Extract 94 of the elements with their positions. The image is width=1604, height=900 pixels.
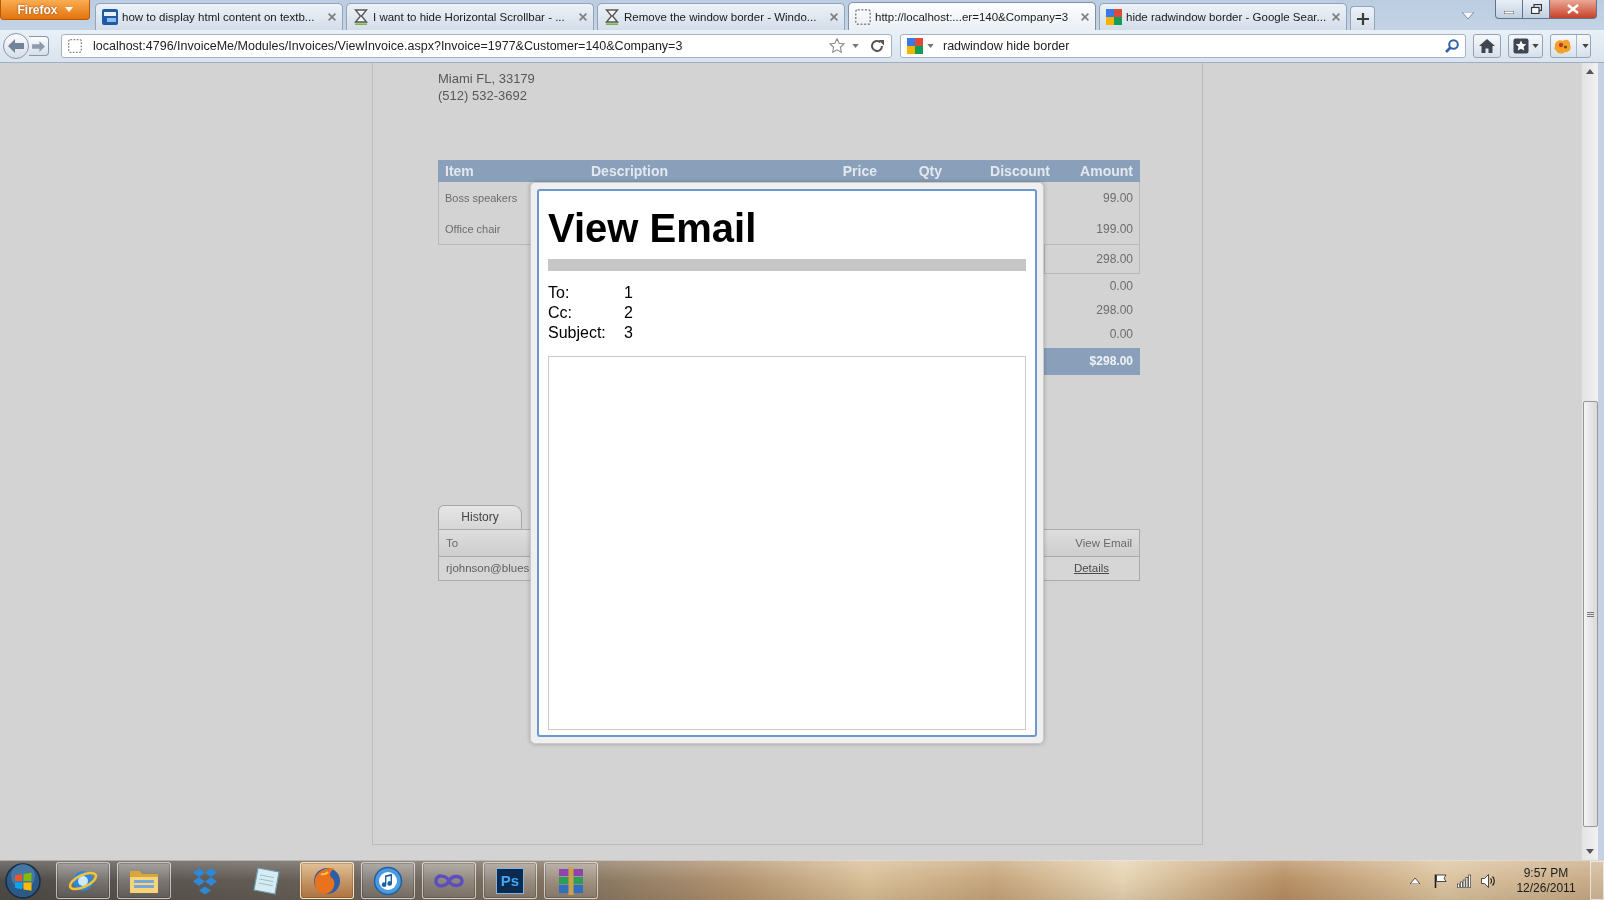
home-button[interactable] (1473, 34, 1501, 58)
caret-down-icon[interactable] (852, 44, 859, 48)
flag-icon[interactable] (1433, 873, 1447, 888)
star-icon[interactable] (829, 38, 845, 54)
start-orb-icon (5, 862, 41, 899)
column-header: Price (841, 163, 878, 179)
column-header: View Email (1044, 529, 1140, 557)
plus-icon (1356, 12, 1369, 25)
field-label: Cc: (548, 303, 572, 323)
caret-down-icon[interactable] (927, 44, 934, 48)
addon-button[interactable] (1550, 34, 1591, 58)
close-icon[interactable] (1081, 12, 1089, 21)
column-header: To (438, 529, 530, 557)
new-tab-button[interactable] (1350, 6, 1375, 30)
scrollbar-thumb[interactable] (1582, 401, 1598, 827)
address-field[interactable]: localhost:4796/InvoiceMe/Modules/Invoices/ViewInvoice.aspx?Invoice=1977&Customer=140&Company=3 (61, 34, 892, 58)
address-line: Miami FL, 33179 (438, 70, 535, 87)
stacked-books-icon (556, 865, 586, 896)
browser-tab[interactable]: http://localhost:...er=140&Company=3 (848, 2, 1096, 30)
dashed-square-icon (855, 8, 871, 25)
browser-tab[interactable]: how to display html content on textb... (95, 3, 343, 30)
speaker-icon[interactable] (1481, 873, 1495, 888)
splash-icon (1552, 38, 1571, 54)
taskbar-button[interactable]: Ps (483, 862, 537, 899)
column-header: Item (444, 163, 475, 179)
table-cell: rjohnson@blues (438, 557, 530, 581)
dialog-title: View Email (548, 206, 757, 250)
grand-total-cell: $298.00 (1044, 348, 1140, 375)
forward-button[interactable] (29, 36, 49, 56)
four-squares-icon (1106, 9, 1122, 25)
clock[interactable]: 9:57 PM 12/26/2011 (1513, 865, 1579, 896)
browser-tab[interactable]: I want to hide Horizontal Scrollbar - ... (346, 3, 594, 30)
field-value: 1 (624, 283, 633, 303)
start-button[interactable] (3, 861, 43, 900)
music-note-icon (373, 865, 403, 896)
field-label: To: (548, 283, 570, 303)
total-value: 0.00 (1109, 278, 1134, 295)
arrow-right-icon (32, 40, 45, 52)
address-line: (512) 532-3692 (438, 87, 527, 104)
bookmarks-button[interactable] (1508, 34, 1543, 58)
diamonds-icon (190, 865, 220, 896)
scroll-up-icon[interactable] (1586, 69, 1594, 74)
details-link[interactable]: Details (1073, 562, 1110, 574)
back-button[interactable] (3, 33, 29, 59)
table-cell-text: Boss speakers (444, 191, 519, 206)
minimize-button[interactable] (1495, 0, 1523, 19)
close-icon (1567, 4, 1579, 14)
table-cell-text: 99.00 (1101, 190, 1134, 207)
reload-icon[interactable] (870, 39, 884, 53)
table-cell-text: 199.00 (1095, 221, 1134, 238)
tile-icon (102, 9, 118, 25)
close-icon[interactable] (830, 13, 838, 21)
minimize-icon (1504, 10, 1514, 14)
close-icon[interactable] (1332, 13, 1340, 21)
table-cell-text: Office chair (444, 222, 502, 237)
infinity-icon (434, 871, 464, 890)
scrollbar-track[interactable] (1581, 63, 1598, 860)
close-icon[interactable] (579, 13, 587, 21)
history-tab[interactable]: History (438, 505, 522, 529)
field-value: 3 (624, 323, 633, 343)
hourglass-icon (353, 9, 369, 25)
restore-icon (1530, 4, 1542, 14)
arrow-left-icon (8, 39, 24, 53)
hourglass-icon (604, 9, 620, 25)
home-icon (1479, 39, 1495, 53)
notepad-icon (251, 865, 281, 896)
dashed-square-icon (68, 39, 82, 53)
total-value: 298.00 (1096, 302, 1134, 319)
close-button[interactable] (1550, 0, 1597, 19)
browser-tab[interactable]: hide radwindow border - Google Sear... (1099, 3, 1347, 30)
globe-swoosh-icon (312, 865, 342, 896)
taskbar-button[interactable] (300, 862, 354, 899)
caret-down-icon (1581, 44, 1589, 48)
field-value: 2 (624, 303, 633, 323)
field-label: Subject: (548, 323, 606, 343)
caret-down-icon (1531, 44, 1539, 48)
restore-button[interactable] (1523, 0, 1550, 19)
caret-down-icon (64, 7, 73, 12)
search-field[interactable]: radwindow hide border (900, 34, 1466, 58)
scroll-down-icon[interactable] (1586, 849, 1594, 854)
column-header: Qty (917, 163, 943, 179)
total-value: 0.00 (1109, 326, 1134, 343)
bookmark-star-icon (1512, 38, 1529, 54)
search-icon[interactable] (1445, 39, 1459, 53)
caret-down-icon[interactable] (1462, 11, 1474, 19)
column-header: Discount (989, 163, 1051, 179)
column-header: Description (590, 163, 669, 179)
browser-tab[interactable]: Remove the window border - Windo... (597, 3, 845, 30)
column-header: Amount (1079, 163, 1134, 179)
grip-icon (1586, 611, 1594, 617)
signal-bars-icon[interactable] (1457, 873, 1471, 888)
caret-up-icon[interactable] (1410, 877, 1420, 884)
close-icon[interactable] (328, 13, 336, 21)
app-logo-tile: Ps (496, 867, 524, 894)
